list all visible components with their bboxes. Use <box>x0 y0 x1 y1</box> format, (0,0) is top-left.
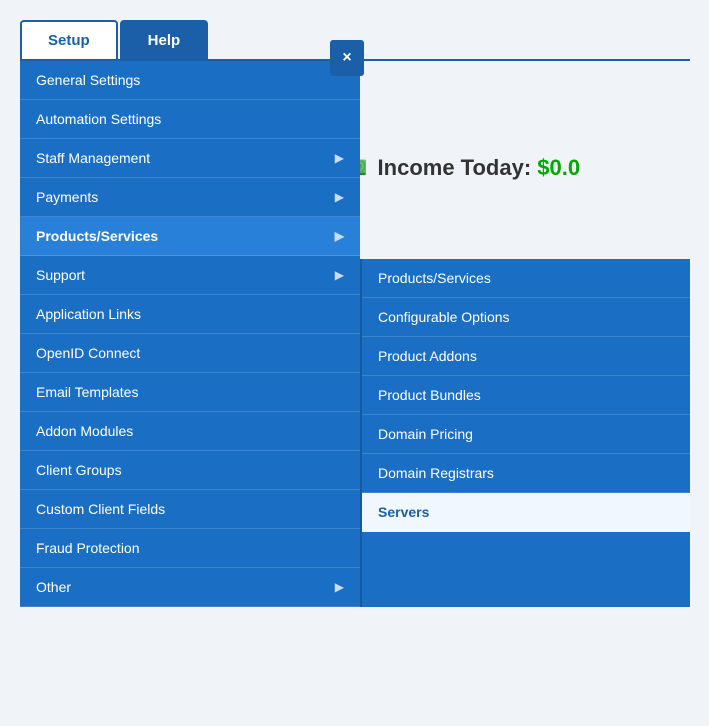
menu-item-label: Addon Modules <box>36 423 133 439</box>
primary-menu-item-application-links[interactable]: Application Links <box>20 295 360 334</box>
chevron-right-icon: ▶ <box>335 229 344 243</box>
secondary-menu-item-ps-servers[interactable]: Servers <box>362 493 690 532</box>
chevron-right-icon: ▶ <box>335 268 344 282</box>
tab-help[interactable]: Help <box>120 20 209 59</box>
primary-menu-item-products-services[interactable]: Products/Services ▶ <box>20 217 360 256</box>
menu-item-label: Client Groups <box>36 462 122 478</box>
menu-item-label: Custom Client Fields <box>36 501 165 517</box>
menus-row: General Settings Automation Settings Staff… <box>20 59 690 607</box>
menu-item-label: Payments <box>36 189 98 205</box>
menu-item-label: Application Links <box>36 306 141 322</box>
menu-item-label: Servers <box>378 504 429 520</box>
primary-menu-item-payments[interactable]: Payments ▶ <box>20 178 360 217</box>
chevron-right-icon: ▶ <box>335 580 344 594</box>
primary-menu-item-support[interactable]: Support ▶ <box>20 256 360 295</box>
menu-item-label: Fraud Protection <box>36 540 140 556</box>
secondary-menu: Products/Services Configurable Options Pro… <box>360 259 690 607</box>
tab-setup[interactable]: Setup <box>20 20 118 59</box>
primary-menu-item-staff-management[interactable]: Staff Management ▶ <box>20 139 360 178</box>
primary-menu-item-openid-connect[interactable]: OpenID Connect <box>20 334 360 373</box>
menu-item-label: Products/Services <box>36 228 158 244</box>
menu-item-label: Support <box>36 267 85 283</box>
chevron-right-icon: ▶ <box>335 151 344 165</box>
menu-item-label: Email Templates <box>36 384 138 400</box>
chevron-right-icon: ▶ <box>335 190 344 204</box>
primary-menu-item-email-templates[interactable]: Email Templates <box>20 373 360 412</box>
primary-menu: General Settings Automation Settings Staff… <box>20 61 360 607</box>
primary-menu-item-fraud-protection[interactable]: Fraud Protection <box>20 529 360 568</box>
menu-item-label: Configurable Options <box>378 309 510 325</box>
menu-item-label: OpenID Connect <box>36 345 140 361</box>
menu-item-label: General Settings <box>36 72 140 88</box>
primary-menu-item-client-groups[interactable]: Client Groups <box>20 451 360 490</box>
menu-item-label: Domain Pricing <box>378 426 473 442</box>
primary-menu-item-custom-client-fields[interactable]: Custom Client Fields <box>20 490 360 529</box>
secondary-menu-item-ps-domain-pricing[interactable]: Domain Pricing <box>362 415 690 454</box>
menu-item-label: Other <box>36 579 71 595</box>
menu-item-label: Domain Registrars <box>378 465 494 481</box>
secondary-menu-item-ps-configurable-options[interactable]: Configurable Options <box>362 298 690 337</box>
menu-item-label: Product Bundles <box>378 387 481 403</box>
primary-menu-item-automation-settings[interactable]: Automation Settings <box>20 100 360 139</box>
primary-menu-item-general-settings[interactable]: General Settings <box>20 61 360 100</box>
close-button[interactable]: × <box>330 40 364 76</box>
secondary-menu-item-ps-product-addons[interactable]: Product Addons <box>362 337 690 376</box>
menu-item-label: Staff Management <box>36 150 150 166</box>
menu-item-label: Products/Services <box>378 270 491 286</box>
primary-menu-item-other[interactable]: Other ▶ <box>20 568 360 607</box>
secondary-menu-item-ps-product-bundles[interactable]: Product Bundles <box>362 376 690 415</box>
menu-item-label: Product Addons <box>378 348 477 364</box>
menu-item-label: Automation Settings <box>36 111 161 127</box>
primary-menu-item-addon-modules[interactable]: Addon Modules <box>20 412 360 451</box>
secondary-menu-item-ps-domain-registrars[interactable]: Domain Registrars <box>362 454 690 493</box>
secondary-menu-item-ps-products-services[interactable]: Products/Services <box>362 259 690 298</box>
main-menu-container: Setup Help × General Settings Automation … <box>20 20 690 607</box>
